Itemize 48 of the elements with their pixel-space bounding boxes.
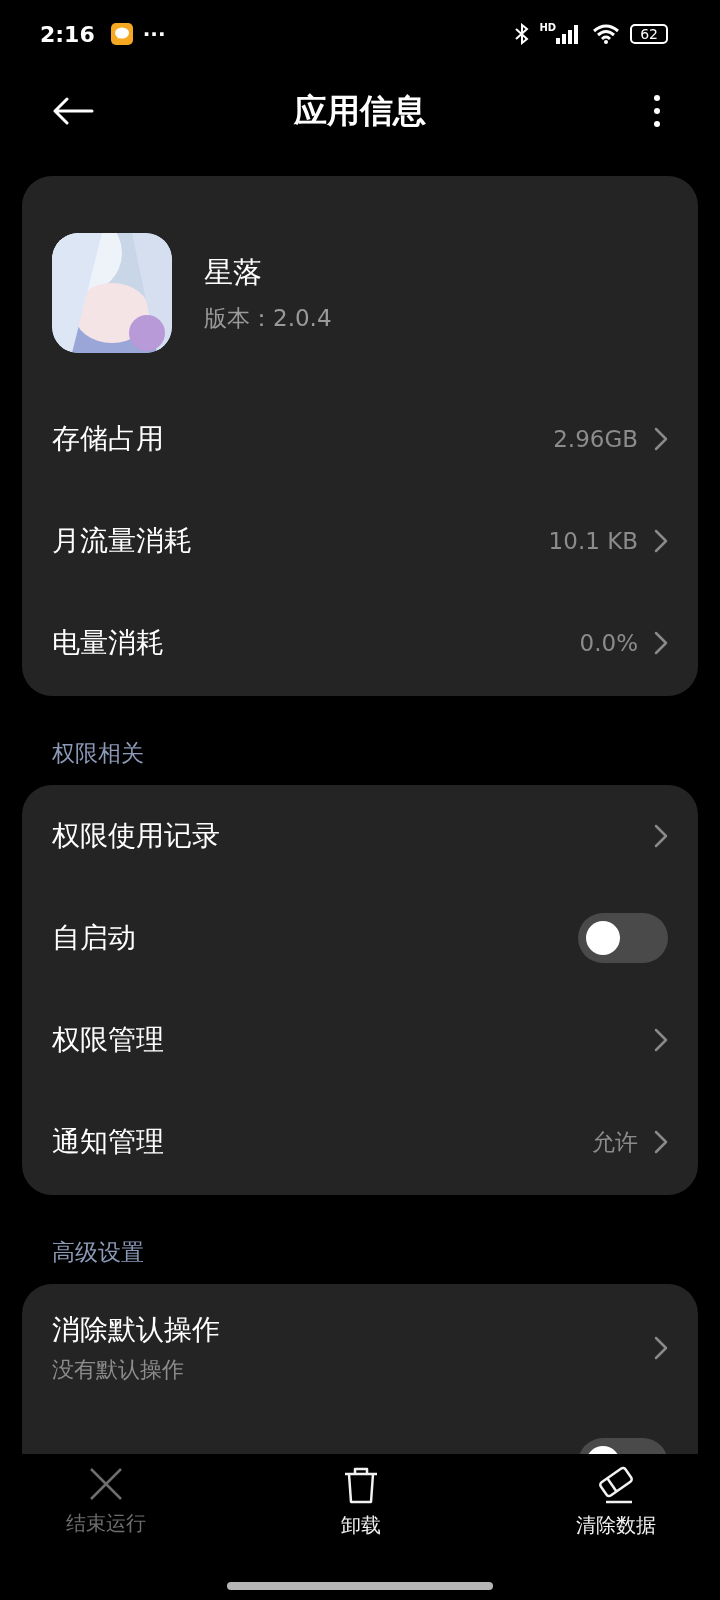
- section-title: 高级设置: [51, 1238, 145, 1267]
- status-time: 2:16: [40, 21, 95, 47]
- settings-row[interactable]: 权限使用记录: [52, 785, 668, 887]
- battery-indicator: 62: [630, 24, 668, 44]
- row-label: 权限管理: [52, 1022, 165, 1058]
- row-subtitle: 没有默认操作: [52, 1356, 185, 1384]
- row-label: 通知管理: [52, 1124, 165, 1160]
- toggle-switch[interactable]: [578, 913, 668, 963]
- page-title: 应用信息: [294, 89, 426, 132]
- row-value: 允许: [592, 1127, 638, 1157]
- chevron-icon: [654, 427, 668, 451]
- chevron-icon: [654, 1336, 668, 1360]
- wifi-icon: [592, 23, 621, 45]
- action-button[interactable]: 清除数据: [576, 1466, 656, 1542]
- more-options-icon[interactable]: [654, 95, 660, 127]
- chevron-icon: [654, 1028, 668, 1052]
- settings-row[interactable]: 权限管理: [52, 989, 668, 1091]
- action-button[interactable]: 卸载: [341, 1466, 381, 1542]
- row-label: 自启动: [52, 920, 137, 956]
- settings-row[interactable]: 自启动: [52, 887, 668, 989]
- trash-icon: [343, 1466, 379, 1504]
- app-name: 星落: [204, 253, 263, 291]
- row-label: 权限使用记录: [52, 818, 221, 854]
- section-title: 权限相关: [51, 739, 145, 768]
- settings-row[interactable]: 通知管理 允许: [52, 1091, 668, 1193]
- settings-row[interactable]: 月流量消耗 10.1 KB: [52, 490, 668, 592]
- chevron-icon: [654, 1130, 668, 1154]
- settings-row[interactable]: 存储占用 2.96GB: [52, 388, 668, 490]
- row-value: 10.1 KB: [548, 528, 638, 554]
- row-value: 2.96GB: [553, 426, 638, 452]
- close-icon: [88, 1466, 124, 1502]
- chevron-icon: [654, 529, 668, 553]
- chevron-icon: [654, 824, 668, 848]
- settings-row[interactable]: 消除默认操作 没有默认操作: [52, 1284, 668, 1412]
- message-icon: [110, 23, 133, 45]
- bluetooth-icon: [513, 23, 530, 45]
- more-notifications: ···: [142, 22, 166, 46]
- chevron-icon: [654, 631, 668, 655]
- network-type: HD: [539, 22, 557, 33]
- settings-row[interactable]: 电量消耗 0.0%: [52, 592, 668, 694]
- eraser-icon: [596, 1466, 636, 1504]
- row-label: 电量消耗: [52, 625, 165, 661]
- row-label: 存储占用: [52, 421, 165, 457]
- row-value: 0.0%: [579, 630, 638, 656]
- back-icon[interactable]: [52, 97, 94, 125]
- app-version: 版本：2.0.4: [204, 303, 332, 333]
- row-label: 月流量消耗: [52, 523, 193, 559]
- row-label: 消除默认操作: [52, 1312, 221, 1348]
